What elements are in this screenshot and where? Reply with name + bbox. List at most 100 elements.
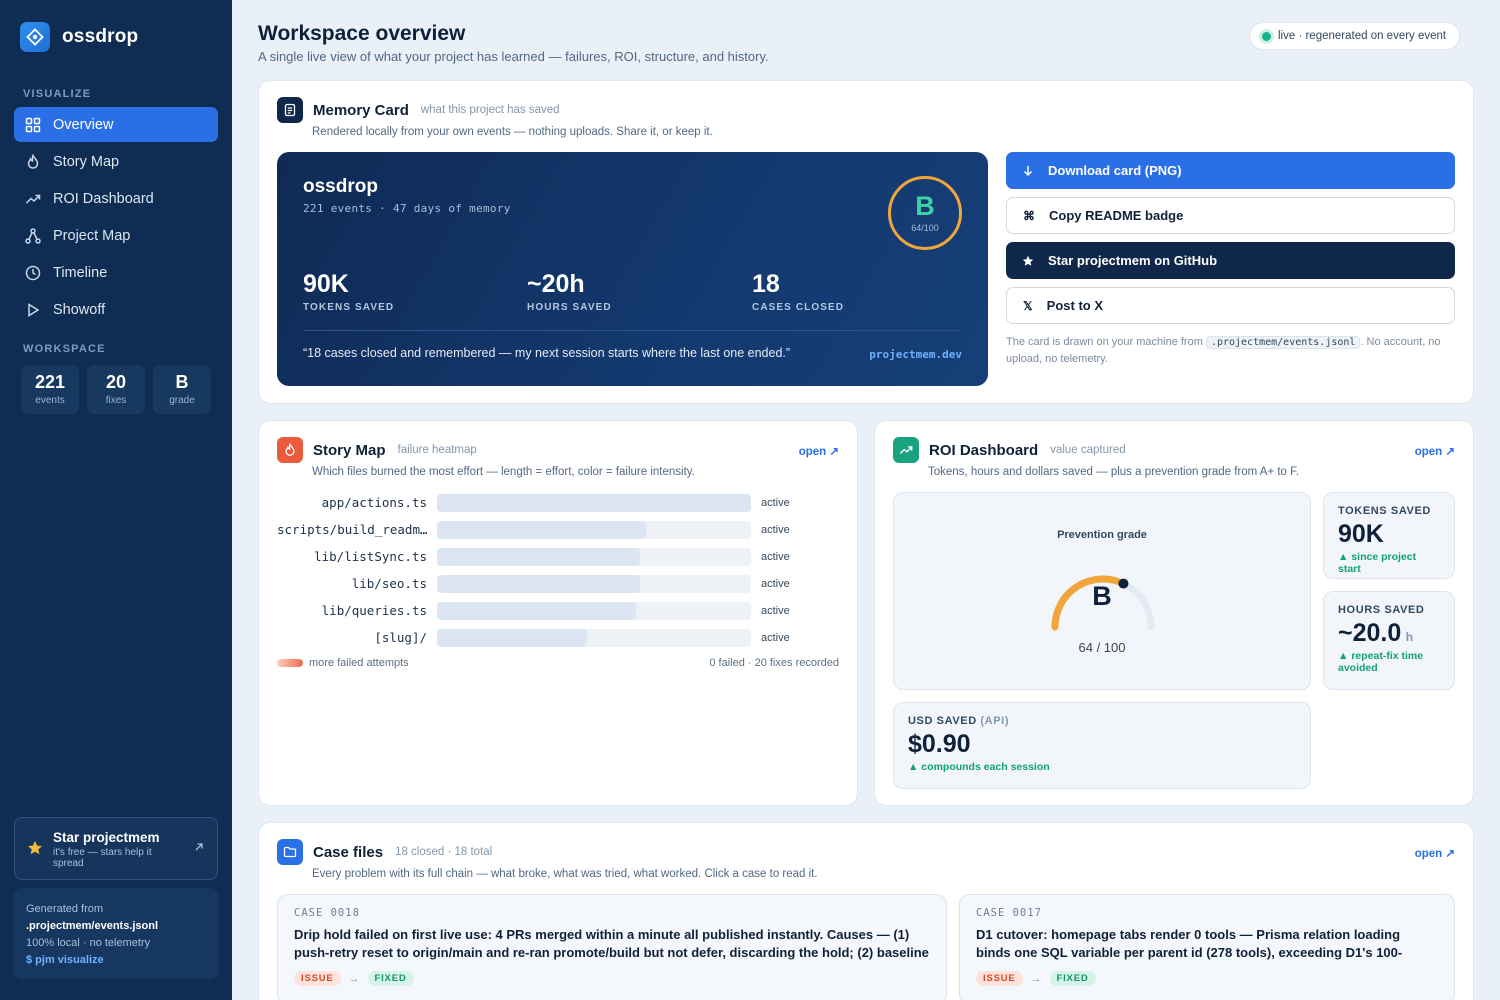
nav-project-map[interactable]: Project Map bbox=[14, 218, 218, 253]
story-map-state: active bbox=[761, 577, 790, 590]
effort-bar bbox=[437, 520, 646, 539]
hours-saved-value-row: ~20.0 h bbox=[1338, 619, 1440, 648]
case-files-open-link[interactable]: open ↗ bbox=[1415, 846, 1455, 860]
note-file-chip: .projectmem/events.jsonl bbox=[1205, 336, 1361, 349]
effort-bar bbox=[437, 547, 640, 566]
case-files-panel: Case files 18 closed · 18 total open ↗ E… bbox=[258, 822, 1474, 1000]
memory-card-header: Memory Card what this project has saved bbox=[277, 97, 560, 123]
workspace-label: WORKSPACE bbox=[23, 343, 106, 355]
stat-fixes-label: fixes bbox=[105, 395, 127, 406]
copy-badge-button[interactable]: ⌘ Copy README badge bbox=[1006, 197, 1455, 234]
visualize-label: VISUALIZE bbox=[23, 88, 92, 100]
download-card-button[interactable]: Download card (PNG) bbox=[1006, 152, 1455, 189]
case-tags: ISSUE → FIXED bbox=[294, 971, 930, 986]
generated-info: Generated from .projectmem/events.jsonl … bbox=[14, 888, 218, 979]
story-map-row[interactable]: lib/seo.ts active bbox=[277, 570, 842, 597]
tokens-saved-note: ▲ since project start bbox=[1338, 551, 1417, 575]
nav-timeline[interactable]: Timeline bbox=[14, 255, 218, 290]
folder-icon bbox=[277, 839, 303, 865]
story-map-title: Story Map bbox=[313, 441, 386, 459]
roi-open-link[interactable]: open ↗ bbox=[1415, 444, 1455, 458]
story-map-counts: 0 failed · 20 fixes recorded bbox=[709, 657, 839, 669]
clock-icon bbox=[25, 265, 41, 280]
memory-divider bbox=[303, 330, 962, 331]
tokens-saved-label: TOKENS SAVED bbox=[1338, 505, 1431, 517]
story-map-panel: Story Map failure heatmap open ↗ Which f… bbox=[258, 420, 858, 806]
nav-showoff[interactable]: Showoff bbox=[14, 292, 218, 327]
copy-badge-label: Copy README badge bbox=[1049, 208, 1184, 223]
trend-icon bbox=[25, 194, 41, 204]
fixed-badge: FIXED bbox=[367, 971, 414, 986]
generated-line3: 100% local · no telemetry bbox=[26, 937, 151, 949]
story-map-open-link[interactable]: open ↗ bbox=[799, 444, 839, 458]
sidebar-nav: Overview Story Map ROI Dashboard Project… bbox=[14, 107, 218, 329]
story-map-file: [slug]/ bbox=[374, 630, 427, 645]
star-github-button[interactable]: Star projectmem on GitHub bbox=[1006, 242, 1455, 279]
document-icon bbox=[277, 97, 303, 123]
story-map-file: lib/queries.ts bbox=[321, 603, 427, 618]
memory-url[interactable]: projectmem.dev bbox=[869, 348, 962, 361]
story-map-row[interactable]: app/actions.ts active bbox=[277, 489, 842, 516]
memory-card-preview: ossdrop 221 events · 47 days of memory B… bbox=[277, 152, 988, 386]
nav-roi-dashboard[interactable]: ROI Dashboard bbox=[14, 181, 218, 216]
roi-header: ROI Dashboard value captured bbox=[893, 437, 1126, 463]
live-dot-icon bbox=[1262, 31, 1271, 41]
story-map-row[interactable]: [slug]/ active bbox=[277, 624, 842, 651]
story-map-file: lib/seo.ts bbox=[351, 576, 427, 591]
stat-grade-label: grade bbox=[169, 395, 195, 406]
download-card-label: Download card (PNG) bbox=[1048, 163, 1182, 178]
post-to-x-button[interactable]: 𝕏 Post to X bbox=[1006, 287, 1455, 324]
flame-icon bbox=[277, 437, 303, 463]
brand[interactable]: ossdrop bbox=[20, 22, 138, 52]
generated-command[interactable]: $ pjm visualize bbox=[26, 952, 206, 969]
stat-grade: B grade bbox=[153, 365, 211, 414]
memory-stat-hours-value: ~20h bbox=[527, 270, 585, 298]
story-map-legend: more failed attempts bbox=[277, 657, 409, 669]
memory-grade-ring: B 64/100 bbox=[888, 176, 962, 250]
sidebar: ossdrop VISUALIZE Overview Story Map ROI… bbox=[0, 0, 232, 1000]
grid-icon bbox=[25, 117, 41, 132]
case-item-0017[interactable]: CASE 0017 D1 cutover: homepage tabs rend… bbox=[959, 894, 1455, 1000]
trend-icon bbox=[893, 437, 919, 463]
generated-line1: Generated from bbox=[26, 903, 104, 915]
memory-project-name: ossdrop bbox=[303, 176, 378, 197]
memory-card-note: The card is drawn on your machine from .… bbox=[1006, 334, 1455, 367]
star-github-label: Star projectmem on GitHub bbox=[1048, 253, 1218, 268]
story-map-state: active bbox=[761, 523, 790, 536]
nav-story-map[interactable]: Story Map bbox=[14, 144, 218, 179]
tokens-saved-box: TOKENS SAVED 90K ▲ since project start bbox=[1323, 492, 1455, 579]
star-projectmem-callout[interactable]: Star projectmem it's free — stars help i… bbox=[14, 817, 218, 880]
page-subtitle: A single live view of what your project … bbox=[258, 49, 769, 64]
effort-bar-track bbox=[437, 628, 751, 647]
memory-stat-tokens-label: TOKENS SAVED bbox=[303, 302, 395, 313]
download-icon bbox=[1023, 165, 1033, 176]
gauge-grade-letter: B bbox=[1092, 581, 1112, 611]
story-map-row[interactable]: lib/listSync.ts active bbox=[277, 543, 842, 570]
memory-stat-hours-label: HOURS SAVED bbox=[527, 302, 612, 313]
memory-stat-tokens: 90K TOKENS SAVED bbox=[303, 270, 394, 313]
star-icon bbox=[1022, 255, 1034, 266]
gauge-score: 64 / 100 bbox=[1078, 640, 1126, 655]
nav-project-map-label: Project Map bbox=[53, 227, 131, 244]
roi-dashboard-panel: ROI Dashboard value captured open ↗ Toke… bbox=[874, 420, 1474, 806]
page-title: Workspace overview bbox=[258, 22, 466, 45]
story-map-file: lib/listSync.ts bbox=[314, 549, 427, 564]
stat-events-value: 221 bbox=[34, 372, 66, 392]
post-to-x-label: Post to X bbox=[1046, 298, 1104, 313]
case-item-0018[interactable]: CASE 0018 Drip hold failed on first live… bbox=[277, 894, 947, 1000]
hours-saved-unit: h bbox=[1405, 630, 1414, 644]
memory-grade-letter: B bbox=[915, 191, 935, 221]
case-files-header: Case files 18 closed · 18 total bbox=[277, 839, 492, 865]
memory-card-tag: what this project has saved bbox=[420, 104, 560, 116]
prevention-grade-box: Prevention grade B 64 / 100 bbox=[893, 492, 1311, 690]
star-title: Star projectmem bbox=[53, 830, 160, 845]
story-map-row[interactable]: scripts/build_readm… active bbox=[277, 516, 842, 543]
nav-overview[interactable]: Overview bbox=[14, 107, 218, 142]
effort-bar bbox=[437, 601, 636, 620]
stat-fixes: 20 fixes bbox=[87, 365, 145, 414]
generated-file: .projectmem/events.jsonl bbox=[26, 920, 159, 932]
story-map-header: Story Map failure heatmap bbox=[277, 437, 477, 463]
hours-saved-note: ▲ repeat-fix time avoided bbox=[1338, 650, 1424, 674]
story-map-row[interactable]: lib/queries.ts active bbox=[277, 597, 842, 624]
effort-bar-track bbox=[437, 493, 751, 512]
